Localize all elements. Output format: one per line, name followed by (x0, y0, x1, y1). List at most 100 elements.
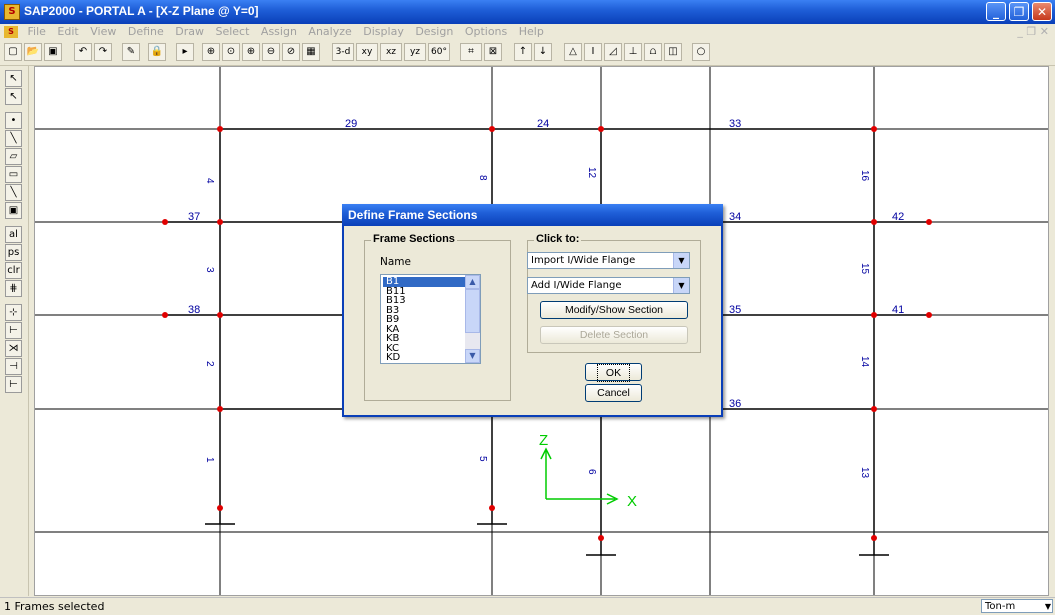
view-3d-button[interactable]: 3-d (332, 43, 354, 61)
modify-show-section-button[interactable]: Modify/Show Section (540, 301, 688, 319)
draw-rect-area-icon[interactable]: ▭ (5, 166, 22, 183)
ok-button[interactable]: OK (585, 363, 642, 382)
joint[interactable] (217, 312, 223, 318)
deformed-shape-icon[interactable]: △ (564, 43, 582, 61)
menu-assign[interactable]: Assign (257, 24, 301, 39)
view-rotate-button[interactable]: 60° (428, 43, 450, 61)
view-xy-button[interactable]: xy (356, 43, 378, 61)
menu-display[interactable]: Display (359, 24, 408, 39)
lock-icon[interactable]: 🔒 (148, 43, 166, 61)
menu-define[interactable]: Define (124, 24, 168, 39)
menu-edit[interactable]: Edit (53, 24, 82, 39)
snap-intersection-icon[interactable]: ⋊ (5, 340, 22, 357)
joint[interactable] (926, 219, 932, 225)
sections-listbox[interactable]: B1 B11 B13 B3 B9 KA KB KC KD ▲ ▼ (380, 274, 481, 364)
reshaper-icon[interactable]: ↖ (5, 88, 22, 105)
minimize-button[interactable]: _ (986, 2, 1006, 21)
clear-selection-icon[interactable]: clr (5, 262, 22, 279)
reactions-icon[interactable]: ⊥ (624, 43, 642, 61)
quick-area-icon[interactable]: ▣ (5, 202, 22, 219)
snap-joints-icon[interactable]: ⊹ (5, 304, 22, 321)
menu-help[interactable]: Help (515, 24, 548, 39)
chevron-down-icon[interactable]: ▼ (673, 253, 689, 268)
section-i-icon[interactable]: I (584, 43, 602, 61)
scroll-up-icon[interactable]: ▲ (465, 275, 480, 289)
frame-label: 33 (729, 118, 741, 130)
zoom-out-icon[interactable]: ⊖ (262, 43, 280, 61)
previous-selection-icon[interactable]: ps (5, 244, 22, 261)
pointer-icon[interactable]: ↖ (5, 70, 22, 87)
refresh-view-icon[interactable]: ▦ (302, 43, 320, 61)
zoom-window-icon[interactable]: ⊕ (202, 43, 220, 61)
zoom-in-icon[interactable]: ⊕ (242, 43, 260, 61)
menu-analyze[interactable]: Analyze (304, 24, 355, 39)
joint[interactable] (217, 219, 223, 225)
joint[interactable] (489, 126, 495, 132)
joint[interactable] (926, 312, 932, 318)
set-elements-icon[interactable]: ⊠ (484, 43, 502, 61)
delete-section-button[interactable]: Delete Section (540, 326, 688, 344)
select-all-icon[interactable]: al (5, 226, 22, 243)
joint[interactable] (162, 312, 168, 318)
joint[interactable] (217, 505, 223, 511)
units-select[interactable]: Ton-m ▼ (981, 599, 1053, 613)
import-section-combo[interactable]: Import I/Wide Flange ▼ (527, 252, 690, 269)
menu-file[interactable]: File (24, 24, 50, 39)
scroll-down-icon[interactable]: ▼ (465, 349, 480, 363)
run-analysis-icon[interactable]: ▸ (176, 43, 194, 61)
joint[interactable] (162, 219, 168, 225)
open-folder-icon[interactable]: 📂 (24, 43, 42, 61)
document-icon[interactable]: S (4, 26, 18, 38)
snap-line-icon[interactable]: ⊢ (5, 376, 22, 393)
loads-icon[interactable]: ◿ (604, 43, 622, 61)
snap-midpoint-icon[interactable]: ⊢ (5, 322, 22, 339)
menu-design[interactable]: Design (411, 24, 457, 39)
move-down-icon[interactable]: ↓ (534, 43, 552, 61)
draw-frame-icon[interactable]: ╲ (5, 130, 22, 147)
menu-options[interactable]: Options (461, 24, 511, 39)
joint[interactable] (871, 406, 877, 412)
cancel-button[interactable]: Cancel (585, 384, 642, 402)
list-item[interactable]: KD (383, 353, 469, 363)
joint[interactable] (598, 126, 604, 132)
close-button[interactable]: ✕ (1032, 2, 1052, 21)
animate-icon[interactable]: ○ (692, 43, 710, 61)
draw-joint-icon[interactable]: • (5, 112, 22, 129)
pencil-icon[interactable]: ✎ (122, 43, 140, 61)
joint[interactable] (871, 535, 877, 541)
joint[interactable] (598, 535, 604, 541)
object-shrink-icon[interactable]: ⌗ (460, 43, 482, 61)
intersecting-line-icon[interactable]: ⋕ (5, 280, 22, 297)
joint[interactable] (217, 406, 223, 412)
sap2000-app-icon[interactable]: S (4, 4, 20, 20)
scroll-thumb[interactable] (465, 289, 480, 333)
view-xz-button[interactable]: xz (380, 43, 402, 61)
draw-area-icon[interactable]: ▱ (5, 148, 22, 165)
joint[interactable] (871, 312, 877, 318)
add-section-combo[interactable]: Add I/Wide Flange ▼ (527, 277, 690, 294)
snap-perpendicular-icon[interactable]: ⊣ (5, 358, 22, 375)
joint[interactable] (217, 126, 223, 132)
restore-view-icon[interactable]: ⊙ (222, 43, 240, 61)
mdi-controls[interactable]: _ ❐ ✕ (1017, 25, 1049, 38)
chevron-down-icon[interactable]: ▼ (673, 278, 689, 293)
move-up-icon[interactable]: ↑ (514, 43, 532, 61)
stress-icon[interactable]: ◫ (664, 43, 682, 61)
restore-button[interactable]: ❐ (1009, 2, 1029, 21)
pan-icon[interactable]: ⊘ (282, 43, 300, 61)
undo-icon[interactable]: ↶ (74, 43, 92, 61)
new-file-icon[interactable]: ▢ (4, 43, 22, 61)
quick-frame-icon[interactable]: ╲ (5, 184, 22, 201)
menu-select[interactable]: Select (211, 24, 253, 39)
joint[interactable] (489, 505, 495, 511)
joint[interactable] (871, 126, 877, 132)
redo-icon[interactable]: ↷ (94, 43, 112, 61)
list-scrollbar[interactable]: ▲ ▼ (465, 275, 480, 363)
view-yz-button[interactable]: yz (404, 43, 426, 61)
moment-diagram-icon[interactable]: ⩍ (644, 43, 662, 61)
menu-draw[interactable]: Draw (171, 24, 208, 39)
joint[interactable] (871, 219, 877, 225)
chevron-down-icon[interactable]: ▼ (1045, 600, 1051, 613)
menu-view[interactable]: View (86, 24, 120, 39)
save-icon[interactable]: ▣ (44, 43, 62, 61)
